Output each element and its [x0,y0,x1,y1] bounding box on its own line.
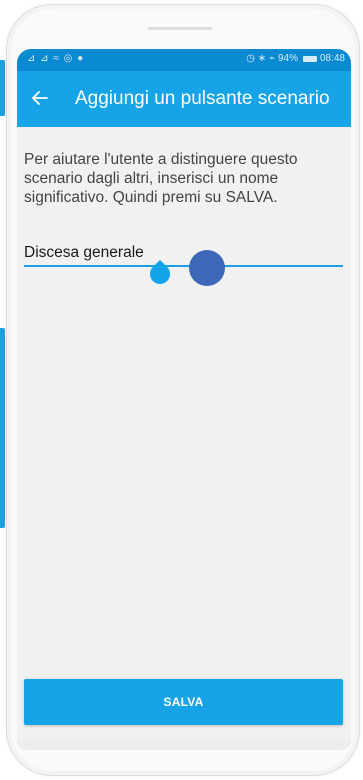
scenario-name-value: Discesa generale [24,244,144,261]
page-title: Aggiungi un pulsante scenario [75,88,330,109]
app-screen: ⊿ ⊿ ≈ ◎ ● ◷ ∗ ⌁ 94% 08:48 Aggiungi un pu… [17,49,351,740]
signal-wifi-icons: ⊿ ⊿ ≈ ◎ ● [27,53,85,64]
phone-side-key [0,60,5,116]
save-button[interactable]: SALVA [24,679,343,725]
scenario-name-field[interactable]: Discesa generale [24,242,343,270]
phone-speaker [148,27,212,30]
back-button[interactable] [25,83,55,113]
status-right-group: ◷ ∗ ⌁ 94% 08:48 [246,53,345,64]
field-underline [24,265,343,267]
status-bar: ⊿ ⊿ ≈ ◎ ● ◷ ∗ ⌁ 94% 08:48 [17,49,351,71]
phone-side-key [0,328,5,528]
alarm-bluetooth-icons: ◷ ∗ ⌁ [246,53,275,64]
clock: 08:48 [319,53,345,64]
battery-icon [302,55,317,62]
phone-bottom-bezel [17,740,351,750]
back-arrow-icon [32,91,48,105]
touch-indicator [189,250,225,286]
instructions-text: Per aiutare l'utente a distinguere quest… [24,151,298,206]
app-bar: Aggiungi un pulsante scenario [17,71,351,127]
battery-level: 94% [277,53,298,64]
